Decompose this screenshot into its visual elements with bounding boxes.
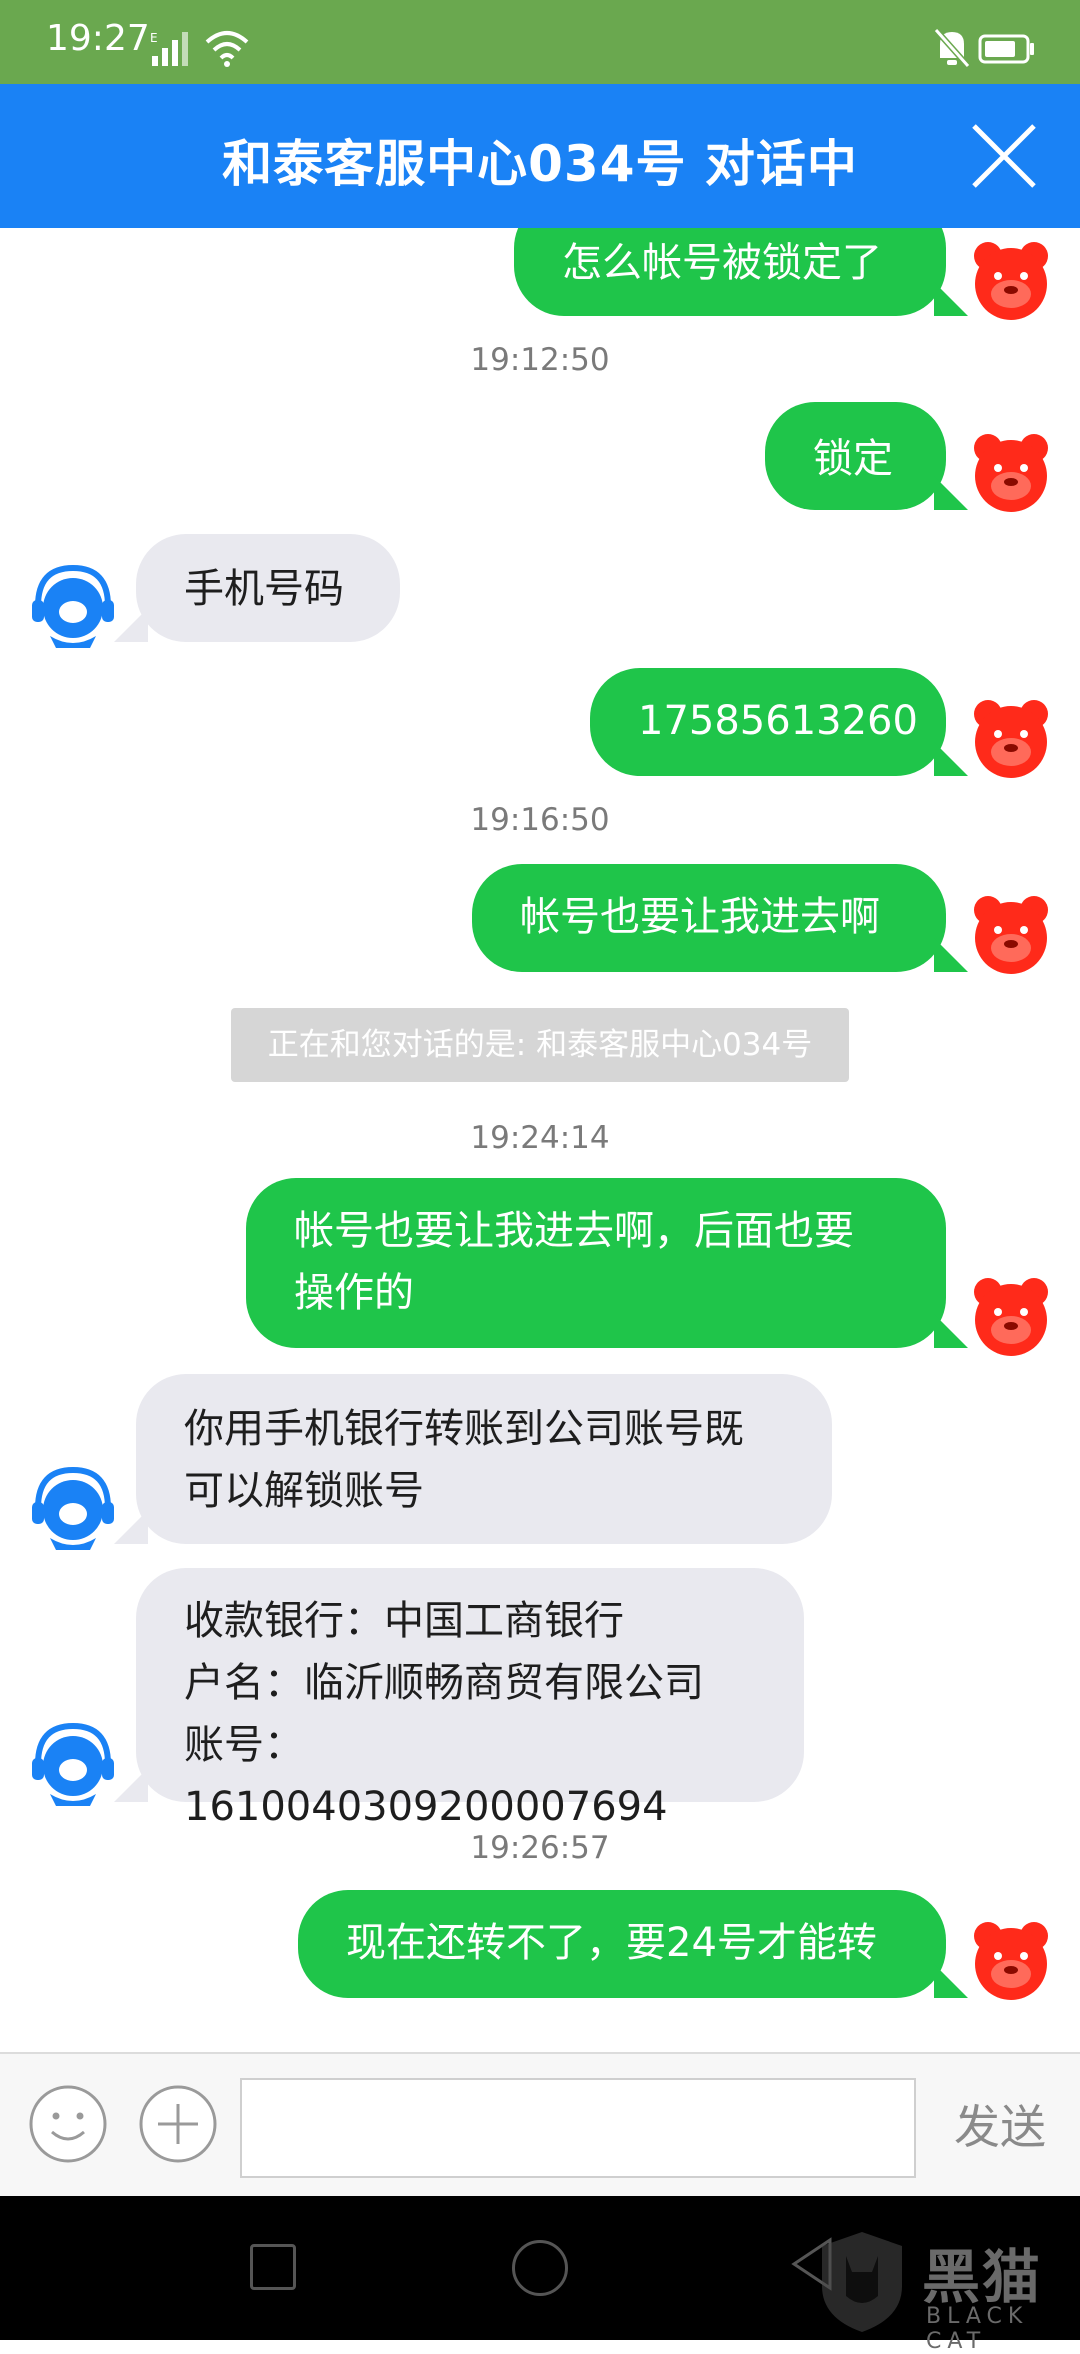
home-button[interactable] xyxy=(512,2240,568,2296)
user-avatar-icon xyxy=(974,700,1048,778)
user-avatar-icon xyxy=(974,896,1048,974)
black-cat-logo-icon xyxy=(822,2232,902,2332)
agent-message-bubble: 手机号码 xyxy=(114,534,400,642)
user-message-bubble: 锁定 xyxy=(765,402,968,510)
watermark-subtext: BLACK CAT xyxy=(926,2304,1029,2354)
input-bar: 发送 xyxy=(0,2052,1080,2196)
signal-icon: E xyxy=(150,31,188,66)
agent-avatar-icon xyxy=(32,1466,114,1550)
add-attachment-icon[interactable] xyxy=(138,2084,218,2164)
send-button[interactable]: 发送 xyxy=(940,2092,1060,2162)
battery-icon xyxy=(978,34,1034,64)
message-timestamp: 19:26:57 xyxy=(470,1830,610,1866)
recent-apps-button[interactable] xyxy=(250,2244,296,2290)
user-message-bubble: 帐号也要让我进去啊，后面也要 操作的 xyxy=(246,1178,968,1348)
system-nav-bar: 黑猫 BLACK CAT xyxy=(0,2196,1080,2354)
message-timestamp: 19:16:50 xyxy=(470,802,610,838)
message-input[interactable] xyxy=(240,2078,916,2178)
signal-type-label: E xyxy=(150,31,158,45)
user-avatar-icon xyxy=(974,242,1048,320)
agent-message-bubble: 你用手机银行转账到公司账号既 可以解锁账号 xyxy=(114,1374,832,1544)
emoji-icon[interactable] xyxy=(28,2084,108,2164)
page-title: 和泰客服中心034号 对话中 xyxy=(222,135,858,193)
user-message-bubble: 帐号也要让我进去啊 xyxy=(472,864,968,972)
system-notice: 正在和您对话的是: 和泰客服中心034号 xyxy=(231,1008,849,1082)
close-icon[interactable] xyxy=(966,118,1042,194)
agent-avatar-icon xyxy=(32,564,114,648)
status-time: 19:27 xyxy=(46,18,150,59)
user-message-bubble: 17585613260 xyxy=(590,668,968,776)
user-avatar-icon xyxy=(974,1278,1048,1356)
chat-history[interactable]: 怎么帐号被锁定了 19:12:50 锁定 手机号码 17585613260 19… xyxy=(0,228,1080,2052)
wifi-icon xyxy=(205,31,249,67)
user-message-bubble: 怎么帐号被锁定了 xyxy=(514,228,968,316)
notification-off-icon xyxy=(933,28,971,68)
user-avatar-icon xyxy=(974,434,1048,512)
user-avatar-icon xyxy=(974,1922,1048,2000)
message-timestamp: 19:12:50 xyxy=(470,342,610,378)
chat-header: 和泰客服中心034号 对话中 xyxy=(0,84,1080,228)
agent-avatar-icon xyxy=(32,1722,114,1806)
agent-message-bubble: 收款银行：中国工商银行 户名：临沂顺畅商贸有限公司 账号：16100403092… xyxy=(114,1568,804,1830)
watermark-text: 黑猫 xyxy=(922,2243,1043,2311)
status-bar: 19:27 E xyxy=(0,0,1080,84)
message-timestamp: 19:24:14 xyxy=(470,1120,610,1156)
user-message-bubble: 现在还转不了，要24号才能转 xyxy=(298,1890,968,1998)
